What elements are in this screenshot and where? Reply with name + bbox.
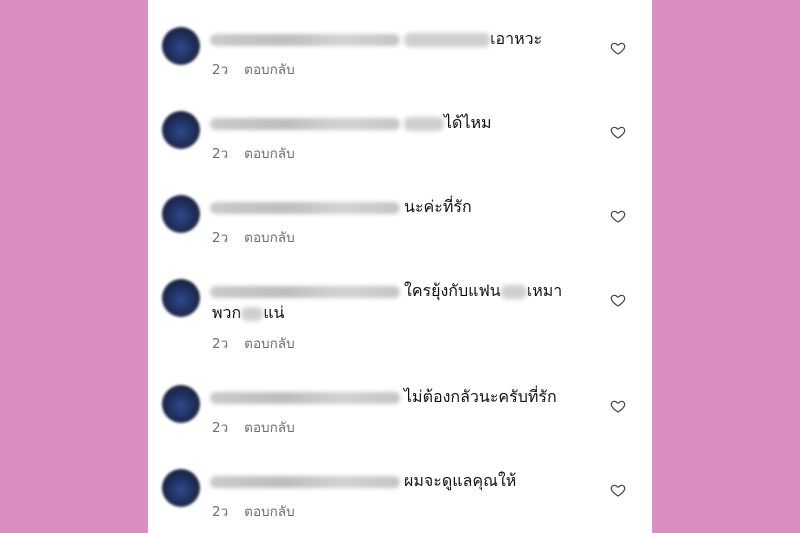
comment-text: ได้ไหม bbox=[444, 113, 492, 132]
heart-icon[interactable] bbox=[610, 482, 626, 498]
reply-button[interactable]: ตอบกลับ bbox=[244, 62, 294, 78]
comment-time: 2ว bbox=[212, 420, 229, 436]
comment-text: นะค่ะที่รัก bbox=[404, 197, 472, 216]
comment-time: 2ว bbox=[212, 62, 229, 78]
comment-text: แน่ bbox=[263, 303, 285, 322]
heart-icon[interactable] bbox=[610, 398, 626, 414]
comment-time: 2ว bbox=[212, 336, 229, 352]
username[interactable] bbox=[210, 475, 400, 488]
blurred-word bbox=[241, 306, 264, 321]
comment-time: 2ว bbox=[212, 146, 229, 162]
reply-button[interactable]: ตอบกลับ bbox=[244, 504, 294, 520]
comment-text: ใครยุ้งกับแฟน bbox=[404, 281, 501, 300]
heart-icon[interactable] bbox=[610, 40, 626, 56]
avatar[interactable] bbox=[162, 469, 200, 507]
comment-time: 2ว bbox=[212, 230, 229, 246]
reply-button[interactable]: ตอบกลับ bbox=[244, 146, 294, 162]
username[interactable] bbox=[210, 117, 400, 130]
username[interactable] bbox=[210, 201, 400, 214]
blurred-word bbox=[404, 32, 490, 47]
comment-text: ผมจะดูแลคุณให้ bbox=[404, 471, 517, 490]
avatar[interactable] bbox=[162, 385, 200, 423]
comment-text: เอาหวะ bbox=[490, 29, 543, 48]
avatar[interactable] bbox=[162, 27, 200, 65]
comment-time: 2ว bbox=[212, 504, 229, 520]
reply-button[interactable]: ตอบกลับ bbox=[244, 230, 294, 246]
comment-text: พวก bbox=[212, 303, 242, 322]
comments-panel: เอาหวะ 2ว ตอบกลับ ได้ไหม 2ว ตอบกลับ นะค่ะท… bbox=[148, 0, 652, 533]
heart-icon[interactable] bbox=[610, 292, 626, 308]
avatar[interactable] bbox=[162, 279, 200, 317]
username[interactable] bbox=[210, 285, 400, 298]
heart-icon[interactable] bbox=[610, 124, 626, 140]
avatar[interactable] bbox=[162, 111, 200, 149]
blurred-word bbox=[404, 116, 444, 131]
comment-text: เหมา bbox=[526, 281, 563, 300]
username[interactable] bbox=[210, 391, 400, 404]
reply-button[interactable]: ตอบกลับ bbox=[244, 420, 294, 436]
username[interactable] bbox=[210, 33, 400, 46]
comment-text: ไม่ต้องกลัวนะครับที่รัก bbox=[404, 387, 557, 406]
blurred-word bbox=[500, 284, 527, 299]
avatar[interactable] bbox=[162, 195, 200, 233]
heart-icon[interactable] bbox=[610, 208, 626, 224]
reply-button[interactable]: ตอบกลับ bbox=[244, 336, 294, 352]
